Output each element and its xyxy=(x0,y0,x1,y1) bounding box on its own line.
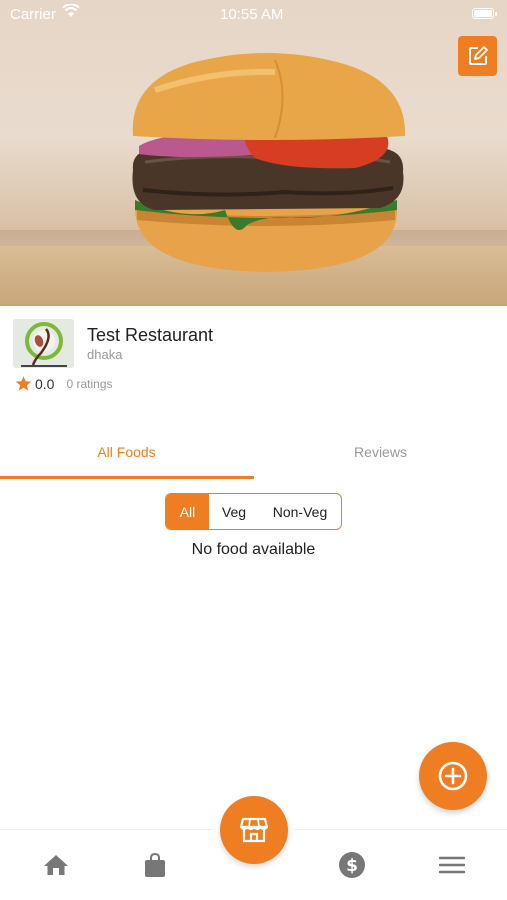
tab-all-foods[interactable]: All Foods xyxy=(0,426,253,478)
nav-earnings[interactable]: $ xyxy=(337,850,367,880)
rating-row: 0.0 0 ratings xyxy=(15,375,113,392)
nav-home[interactable] xyxy=(41,850,71,880)
restaurant-logo xyxy=(13,319,74,368)
home-icon xyxy=(44,855,68,875)
restaurant-name: Test Restaurant xyxy=(87,325,214,345)
nav-orders[interactable] xyxy=(140,850,170,880)
dollar-icon: $ xyxy=(339,852,365,878)
star-icon xyxy=(15,376,32,391)
tab-indicator xyxy=(0,476,254,479)
nav-menu[interactable] xyxy=(437,850,467,880)
carrier-label: Carrier xyxy=(10,6,56,23)
add-circle-icon xyxy=(438,761,468,791)
ratings-count: 0 ratings xyxy=(66,376,113,391)
edit-icon xyxy=(468,46,488,65)
status-bar: Carrier 10:55 AM xyxy=(0,0,507,30)
filter-all[interactable]: All xyxy=(166,494,209,529)
nav-store-button[interactable] xyxy=(220,796,288,864)
clock: 10:55 AM xyxy=(220,6,284,23)
edit-button[interactable] xyxy=(458,36,497,76)
menu-icon xyxy=(439,856,465,874)
filter-veg[interactable]: Veg xyxy=(209,494,259,529)
filter-non-veg[interactable]: Non-Veg xyxy=(259,494,341,529)
cover-image xyxy=(0,0,507,306)
empty-state-message: No food available xyxy=(191,541,316,558)
rating-value: 0.0 xyxy=(35,375,55,392)
restaurant-location: dhaka xyxy=(87,347,123,362)
food-type-filter: All Veg Non-Veg xyxy=(165,493,342,530)
burger-image xyxy=(132,53,406,272)
tab-bar: All Foods Reviews xyxy=(0,426,507,480)
battery-icon xyxy=(472,8,497,19)
svg-text:$: $ xyxy=(346,856,358,876)
shopping-bag-icon xyxy=(145,852,165,877)
wifi-icon xyxy=(62,4,80,17)
store-icon xyxy=(240,817,268,843)
add-food-button[interactable] xyxy=(419,742,487,810)
tab-reviews[interactable]: Reviews xyxy=(254,426,507,478)
